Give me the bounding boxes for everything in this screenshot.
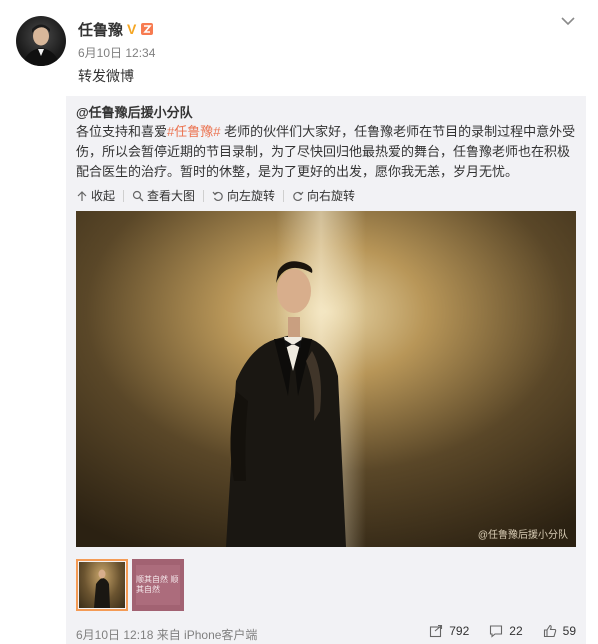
- vip-level-icon[interactable]: [140, 22, 154, 36]
- magnifier-icon: [132, 190, 144, 201]
- like-count: 59: [562, 624, 576, 638]
- photo-watermark: @任鲁豫后援小分队: [477, 530, 568, 541]
- image-toolbar: 收起 查看大图 向左旋转 向右旋转: [76, 187, 363, 204]
- quoted-text: 各位支持和喜爱#任鲁豫# 老师的伙伴们大家好，任鲁豫老师在节目的录制过程中意外受…: [76, 122, 580, 182]
- thumbnail-1[interactable]: [76, 559, 128, 611]
- author-name[interactable]: 任鲁豫: [78, 19, 123, 40]
- collapse-label: 收起: [91, 189, 116, 203]
- repost-count: 792: [449, 624, 470, 638]
- rotate-right-button[interactable]: 向右旋转: [284, 187, 363, 204]
- verified-v-icon[interactable]: V: [127, 21, 136, 37]
- rotate-right-label: 向右旋转: [307, 189, 356, 203]
- repost-button[interactable]: 792: [429, 624, 469, 638]
- quoted-meta[interactable]: 6月10日 12:18 来自 iPhone客户端: [76, 626, 257, 643]
- collapse-button[interactable]: 收起: [76, 187, 123, 204]
- chevron-down-icon[interactable]: [560, 14, 576, 28]
- thumbs-up-icon: [543, 624, 556, 638]
- repost-icon: [430, 624, 443, 638]
- comment-button[interactable]: 22: [489, 624, 523, 638]
- quoted-author[interactable]: @任鲁豫后援小分队: [76, 102, 193, 121]
- comment-count: 22: [509, 624, 523, 638]
- thumbnail-2-text: 顺其自然 顺其自然: [136, 575, 179, 594]
- comment-icon: [490, 625, 503, 638]
- thumbnail-2[interactable]: 顺其自然 顺其自然: [132, 559, 184, 611]
- repost-text: 转发微博: [78, 68, 134, 84]
- thumbnail-strip: 顺其自然 顺其自然: [76, 559, 184, 611]
- main-photo[interactable]: @任鲁豫后援小分队: [76, 211, 576, 547]
- quoted-stats: 792 22 59: [429, 624, 576, 638]
- quoted-text-before: 各位支持和喜爱: [76, 124, 168, 139]
- collapse-arrow-icon: [77, 190, 87, 201]
- post-time[interactable]: 6月10日 12:34: [78, 44, 155, 61]
- like-button[interactable]: 59: [543, 624, 576, 638]
- quoted-post: @任鲁豫后援小分队 各位支持和喜爱#任鲁豫# 老师的伙伴们大家好，任鲁豫老师在节…: [66, 96, 586, 644]
- view-large-button[interactable]: 查看大图: [124, 187, 203, 204]
- hashtag-link[interactable]: #任鲁豫#: [167, 124, 220, 139]
- view-large-label: 查看大图: [147, 189, 196, 203]
- avatar[interactable]: [16, 16, 66, 66]
- rotate-left-button[interactable]: 向左旋转: [204, 187, 283, 204]
- rotate-left-label: 向左旋转: [227, 189, 276, 203]
- rotate-left-icon: [212, 191, 223, 201]
- rotate-right-icon: [293, 191, 304, 201]
